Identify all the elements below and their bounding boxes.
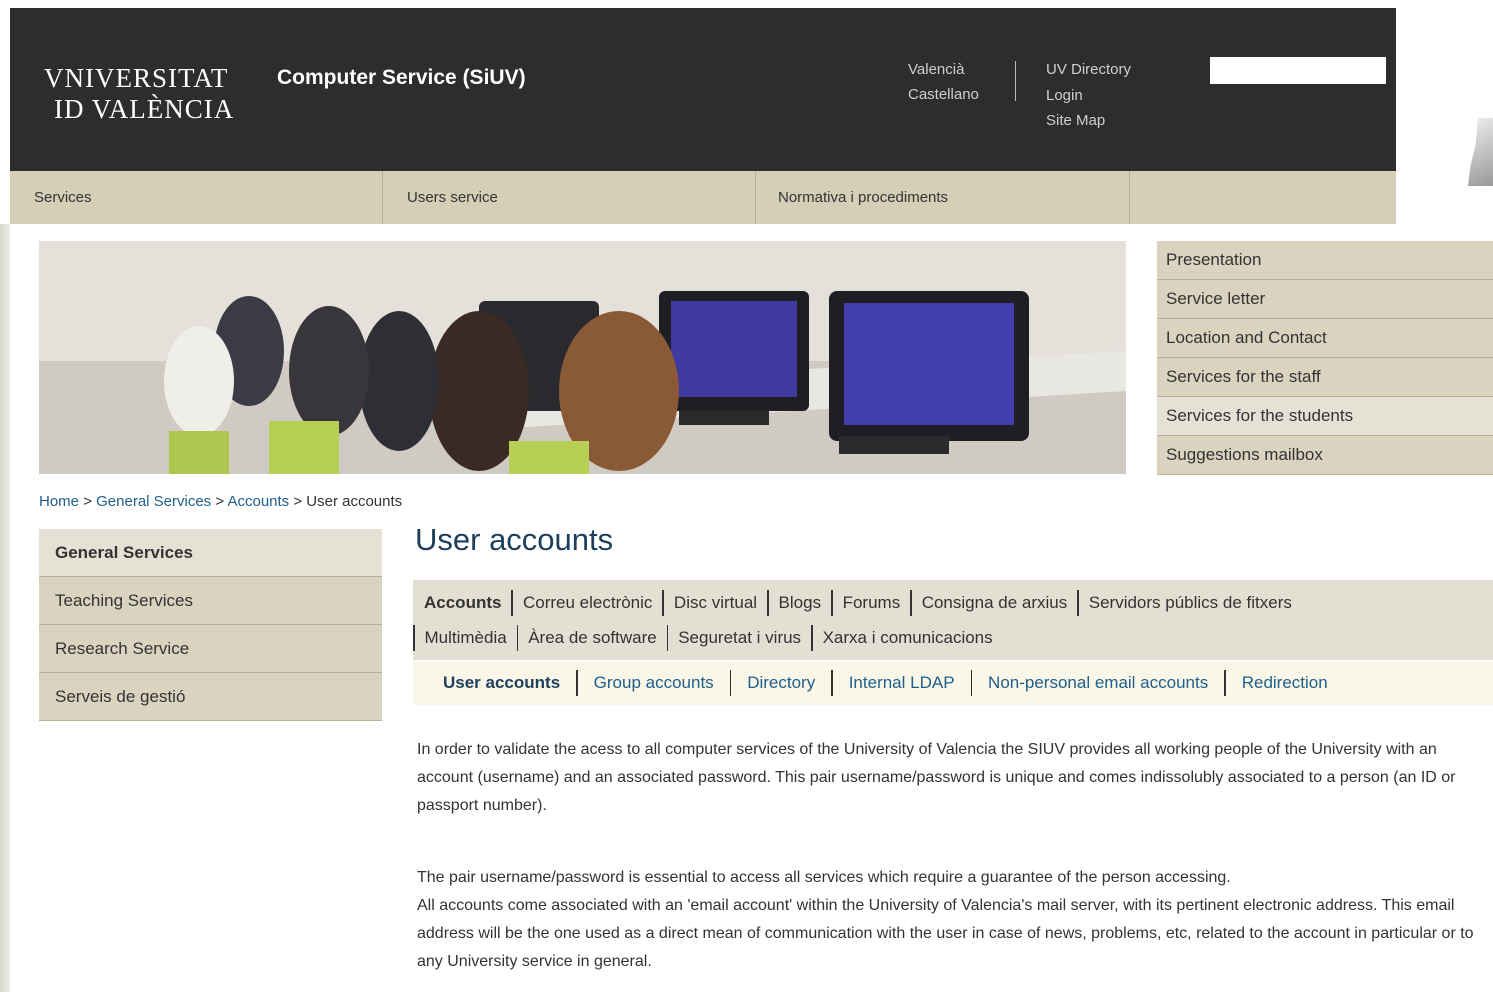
site-title[interactable]: Computer Service (SiUV) xyxy=(277,66,526,90)
subtab-redirection[interactable]: Redirection xyxy=(1242,673,1328,693)
tab-multimedia[interactable]: Multimèdia xyxy=(425,628,507,648)
language-castellano-link[interactable]: Castellano xyxy=(908,82,979,107)
site-header: VNIVERSITAT ID VALÈNCIA Computer Service… xyxy=(10,8,1396,171)
tab-blogs[interactable]: Blogs xyxy=(779,593,822,613)
tab-separator xyxy=(516,625,519,651)
tab-separator xyxy=(831,590,833,616)
tab-separator xyxy=(970,670,973,696)
content-paragraph-3: All accounts come associated with an 'em… xyxy=(417,897,1474,970)
tab-accounts[interactable]: Accounts xyxy=(424,593,501,613)
side-item-location-contact[interactable]: Location and Contact xyxy=(1157,319,1493,358)
top-line xyxy=(0,0,1493,8)
site-map-link[interactable]: Site Map xyxy=(1046,108,1131,134)
tab-area-software[interactable]: Àrea de software xyxy=(528,628,657,648)
tab-separator xyxy=(576,670,578,696)
side-menu: Presentation Service letter Location and… xyxy=(1157,241,1493,475)
login-link[interactable]: Login xyxy=(1046,83,1131,109)
language-links: Valencià Castellano xyxy=(908,57,979,107)
content-paragraph-2: The pair username/password is essential … xyxy=(417,869,1231,886)
tab-correu-electronic[interactable]: Correu electrònic xyxy=(523,593,652,613)
nav-services[interactable]: Services xyxy=(10,171,383,224)
tab-forums[interactable]: Forums xyxy=(843,593,901,613)
left-menu-general-services[interactable]: General Services xyxy=(39,529,382,577)
tab-disc-virtual[interactable]: Disc virtual xyxy=(674,593,757,613)
breadcrumb-separator: > xyxy=(83,493,92,510)
side-item-suggestions-mailbox[interactable]: Suggestions mailbox xyxy=(1157,436,1493,475)
tab-xarxa-comunicacions[interactable]: Xarxa i comunicacions xyxy=(823,628,993,648)
language-valencia-link[interactable]: Valencià xyxy=(908,57,979,82)
subtab-directory[interactable]: Directory xyxy=(747,673,815,693)
header-links: UV Directory Login Site Map xyxy=(1046,57,1131,134)
side-item-service-letter[interactable]: Service letter xyxy=(1157,280,1493,319)
primary-tabs-row-2: Multimèdia Àrea de software Seguretat i … xyxy=(413,621,993,655)
nav-users-service[interactable]: Users service xyxy=(383,171,756,224)
primary-tabs: Accounts Correu electrònic Disc virtual … xyxy=(413,580,1493,660)
tab-separator xyxy=(729,670,732,696)
left-menu-serveis-gestio[interactable]: Serveis de gestió xyxy=(39,673,382,721)
tab-separator xyxy=(666,625,669,651)
left-menu: General Services Teaching Services Resea… xyxy=(39,529,382,721)
tab-separator xyxy=(1077,590,1079,616)
tab-consigna-arxius[interactable]: Consigna de arxius xyxy=(922,593,1068,613)
tab-separator xyxy=(767,590,769,616)
subtab-user-accounts[interactable]: User accounts xyxy=(443,673,560,693)
nav-normativa[interactable]: Normativa i procediments xyxy=(756,171,1130,224)
subtab-internal-ldap[interactable]: Internal LDAP xyxy=(849,673,955,693)
subtab-group-accounts[interactable]: Group accounts xyxy=(594,673,714,693)
search-input[interactable] xyxy=(1210,57,1386,84)
logo-line-2: ID VALÈNCIA xyxy=(54,94,235,124)
tab-separator xyxy=(413,625,415,651)
secondary-tabs: User accounts Group accounts Directory I… xyxy=(413,661,1493,705)
tab-separator xyxy=(811,625,813,651)
page-title: User accounts xyxy=(415,522,614,557)
main-nav: Services Users service Normativa i proce… xyxy=(10,171,1396,224)
side-item-services-staff[interactable]: Services for the staff xyxy=(1157,358,1493,397)
content-paragraph-1: In order to validate the acess to all co… xyxy=(417,741,1456,814)
tab-separator xyxy=(662,590,664,616)
breadcrumb-separator: > xyxy=(293,493,303,510)
uv-directory-link[interactable]: UV Directory xyxy=(1046,57,1131,83)
header-divider xyxy=(1015,61,1016,101)
tab-servidors-publics[interactable]: Servidors públics de fitxers xyxy=(1089,593,1292,613)
tab-separator xyxy=(1224,670,1226,696)
primary-tabs-row-1: Accounts Correu electrònic Disc virtual … xyxy=(424,586,1292,620)
side-item-presentation[interactable]: Presentation xyxy=(1157,241,1493,280)
subtab-non-personal-email[interactable]: Non-personal email accounts xyxy=(988,673,1208,693)
left-gradient-strip xyxy=(0,224,10,992)
left-menu-teaching-services[interactable]: Teaching Services xyxy=(39,577,382,625)
tab-separator xyxy=(831,670,833,696)
banner-photo-illustration xyxy=(39,241,1126,474)
university-logo[interactable]: VNIVERSITAT ID VALÈNCIA xyxy=(44,63,234,125)
breadcrumb-separator: > xyxy=(215,493,225,510)
breadcrumb-accounts[interactable]: Accounts xyxy=(227,493,289,510)
left-menu-research-service[interactable]: Research Service xyxy=(39,625,382,673)
breadcrumb-home[interactable]: Home xyxy=(39,493,79,510)
breadcrumb-current: User accounts xyxy=(306,493,403,510)
breadcrumb-general-services[interactable]: General Services xyxy=(96,493,211,510)
tab-seguretat-virus[interactable]: Seguretat i virus xyxy=(678,628,801,648)
breadcrumb: Home > General Services > Accounts > Use… xyxy=(39,493,402,510)
banner-image xyxy=(39,241,1126,474)
logo-line-1: VNIVERSITAT xyxy=(44,63,229,93)
side-item-services-students[interactable]: Services for the students xyxy=(1157,397,1493,436)
tab-separator xyxy=(910,590,912,616)
header-decoration xyxy=(1396,0,1493,224)
tab-separator xyxy=(511,590,513,616)
secondary-tabs-row: User accounts Group accounts Directory I… xyxy=(443,661,1328,705)
